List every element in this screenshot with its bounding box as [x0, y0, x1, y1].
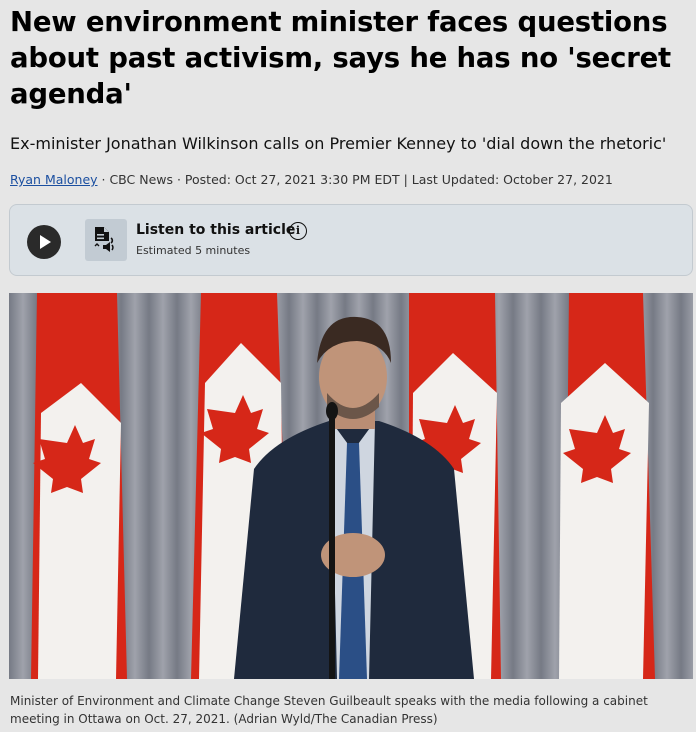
audio-document-icon: [85, 219, 127, 261]
author-link[interactable]: Ryan Maloney: [10, 172, 98, 187]
byline-details: · CBC News · Posted: Oct 27, 2021 3:30 P…: [97, 172, 613, 187]
info-icon[interactable]: i: [289, 222, 307, 240]
audio-player: Listen to this article i Estimated 5 min…: [9, 204, 693, 276]
article-headline: New environment minister faces questions…: [10, 6, 671, 110]
article-deck: Ex-minister Jonathan Wilkinson calls on …: [10, 134, 667, 153]
listen-estimate: Estimated 5 minutes: [136, 244, 251, 257]
listen-title: Listen to this article: [136, 222, 296, 238]
byline: Ryan Maloney · CBC News · Posted: Oct 27…: [10, 171, 690, 189]
canada-flag-4: [559, 293, 655, 679]
canada-flag-1: [31, 293, 127, 679]
photo-caption: Minister of Environment and Climate Chan…: [10, 694, 648, 726]
play-icon[interactable]: [27, 225, 61, 259]
article-photo: [9, 293, 693, 679]
